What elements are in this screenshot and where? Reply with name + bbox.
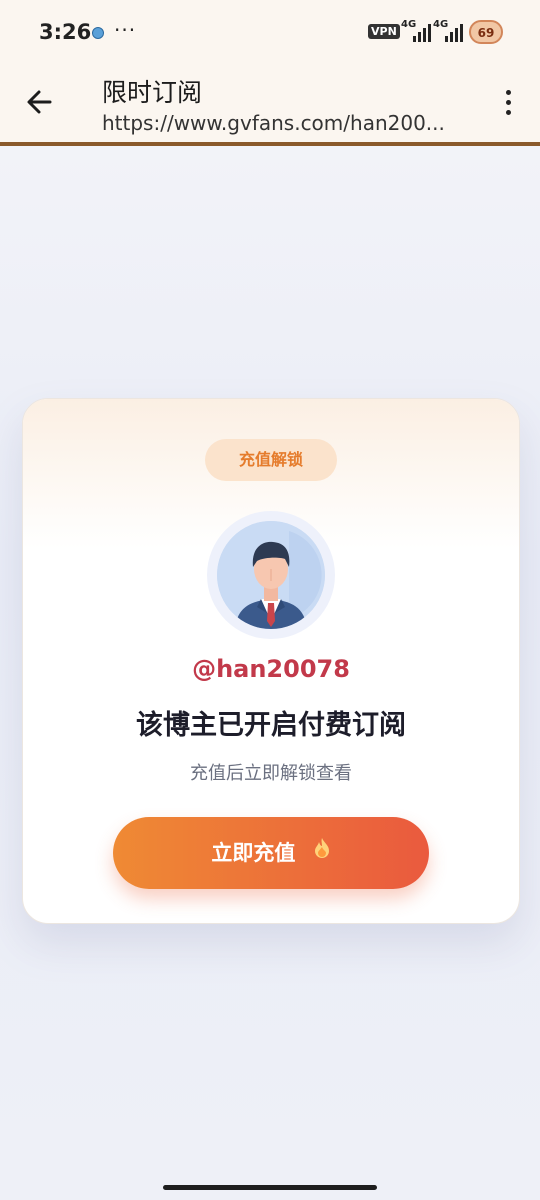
status-bar: 3:26 ··· VPN 4G 4G 69 [0,0,540,64]
browser-toolbar: 限时订阅 https://www.gvfans.com/han200... [0,64,540,142]
paywall-card: 充值解锁 @han20078 该博主已开启付费订阅 充值后立即解锁查看 立即充值 [22,398,520,924]
menu-dot-icon [505,100,511,105]
menu-dot-icon [505,110,511,115]
signal-icon-2: 4G [433,19,463,42]
menu-dot-icon [505,90,511,95]
paywall-headline: 该博主已开启付费订阅 [136,710,406,741]
avatar-image [217,521,325,629]
back-button[interactable] [22,82,58,122]
page-content: 充值解锁 @han20078 该博主已开启付费订阅 充值后立即解锁查看 立即充值 [0,146,540,1186]
status-time: 3:26 [39,20,92,44]
recharge-button[interactable]: 立即充值 [113,817,429,889]
more-notifications-icon: ··· [114,18,137,42]
battery-icon: 69 [469,20,503,44]
more-options-button[interactable] [496,88,520,120]
unlock-badge: 充值解锁 [205,439,337,481]
page-title: 限时订阅 [102,78,203,107]
creator-username: @han20078 [192,655,350,683]
paywall-subtitle: 充值后立即解锁查看 [190,763,352,784]
back-arrow-icon [27,90,52,114]
vpn-icon: VPN [368,24,400,39]
page-url[interactable]: https://www.gvfans.com/han200... [102,111,445,135]
businessman-avatar-icon [217,521,325,629]
notification-app-icon [92,27,104,39]
avatar [207,511,335,639]
signal-icon: 4G [401,19,431,42]
home-indicator[interactable] [163,1185,377,1190]
fire-icon [313,818,331,890]
recharge-button-label: 立即充值 [211,841,296,865]
